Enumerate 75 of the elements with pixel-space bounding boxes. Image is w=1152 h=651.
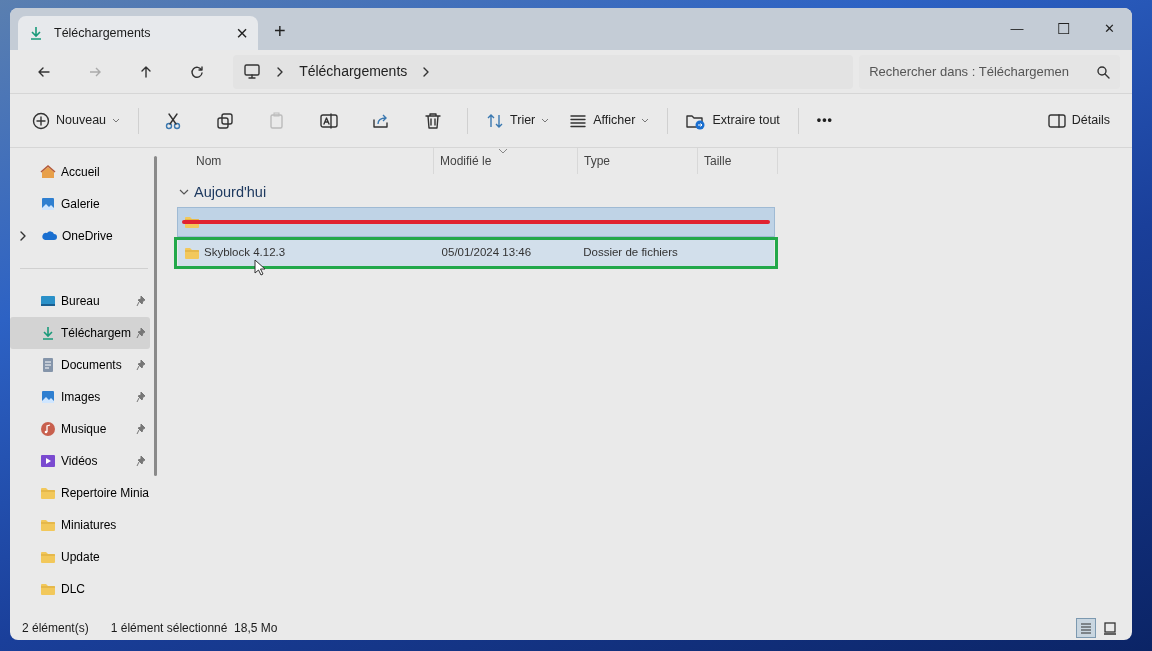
sidebar-item[interactable]: Images [10,381,150,413]
refresh-icon [188,63,205,80]
rename-icon [320,111,339,130]
picture-frame-icon [40,389,56,405]
breadcrumb-item[interactable]: Téléchargements [299,61,408,82]
picture-frame-icon [40,196,56,212]
scissors-icon [164,111,183,130]
type-cell-text: Dossier de fichiers [582,245,679,261]
list-view-button[interactable] [1076,617,1096,638]
view-button[interactable]: Afficher [561,102,658,139]
film-icon [40,453,56,469]
extract-button[interactable]: Extraire tout [678,102,788,139]
column-header[interactable]: Type [578,148,698,174]
new-tab-button[interactable]: + [274,16,286,46]
more-button[interactable]: ••• [808,102,841,139]
cursor-icon [254,259,266,277]
sort-button[interactable]: Trier [478,102,558,139]
tab[interactable]: Téléchargements × [18,16,258,50]
tile-view-icon [1102,619,1118,636]
new-button[interactable]: Nouveau [24,102,129,139]
sidebar-item[interactable]: Téléchargem [10,317,150,349]
search-field[interactable]: Rechercher dans : Téléchargemen [859,54,1120,89]
sidebar-item[interactable]: Vidéos [10,445,150,477]
sidebar-item[interactable]: DLC [10,573,150,605]
sidebar-item[interactable]: Update [10,541,150,573]
caret-icon [641,117,650,124]
pin-icon [136,391,146,403]
caret-icon [541,117,550,124]
pin-icon [136,295,146,307]
panel-icon [1047,112,1066,129]
minimize-button[interactable]: — [994,8,1040,50]
selection-info: 1 élément sélectionné 18,5 Mo [110,619,278,637]
computer-icon [243,62,262,81]
sidebar-item[interactable]: Galerie [10,188,150,220]
copy-icon [216,111,235,130]
item-count: 2 élément(s) [22,619,89,637]
close-button[interactable]: ✕ [1086,8,1132,50]
close-tab-button[interactable]: × [236,18,248,48]
monitor-icon [40,293,56,309]
download-icon [40,325,56,341]
sidebar-item[interactable]: Musique [10,413,150,445]
folder-icon [184,245,200,261]
column-header[interactable]: Modifié le [434,148,578,174]
sidebar-item[interactable]: Bureau [10,285,150,317]
folder-icon [40,549,56,565]
folder-icon [40,581,56,597]
music-note-icon [40,421,56,437]
folder-icon [40,485,56,501]
chevron-icon [18,230,28,242]
tab-title: Téléchargements [54,24,152,42]
column-header[interactable]: Taille [698,148,778,174]
pin-icon [136,359,146,371]
plus-circle-icon [32,111,50,130]
download-icon [28,25,44,41]
sidebar-item[interactable]: OneDrive [10,220,150,252]
column-header[interactable]: Nom [172,148,434,174]
home-icon [40,164,56,180]
pin-icon [136,455,146,467]
search-icon [1096,64,1110,79]
file-name: Skyblock 4.12.3 [204,245,286,261]
pin-icon [136,327,146,339]
pin-icon [136,423,146,435]
document-icon [40,357,56,373]
trash-icon [424,111,443,130]
maximize-button[interactable]: ☐ [1040,8,1086,50]
sidebar-item[interactable]: Repertoire Minia [10,477,150,509]
sidebar-item[interactable]: Accueil [10,156,150,188]
caret-icon [112,117,121,124]
group-title: Aujourd'hui [194,183,267,203]
folder-icon [40,517,56,533]
sidebar-item[interactable]: Documents [10,349,150,381]
date-cell-text: 05/01/2024 13:46 [440,245,533,261]
file-row[interactable] [178,208,774,236]
details-button[interactable]: Détails [1039,102,1118,139]
sidebar-item[interactable]: Miniatures [10,509,150,541]
